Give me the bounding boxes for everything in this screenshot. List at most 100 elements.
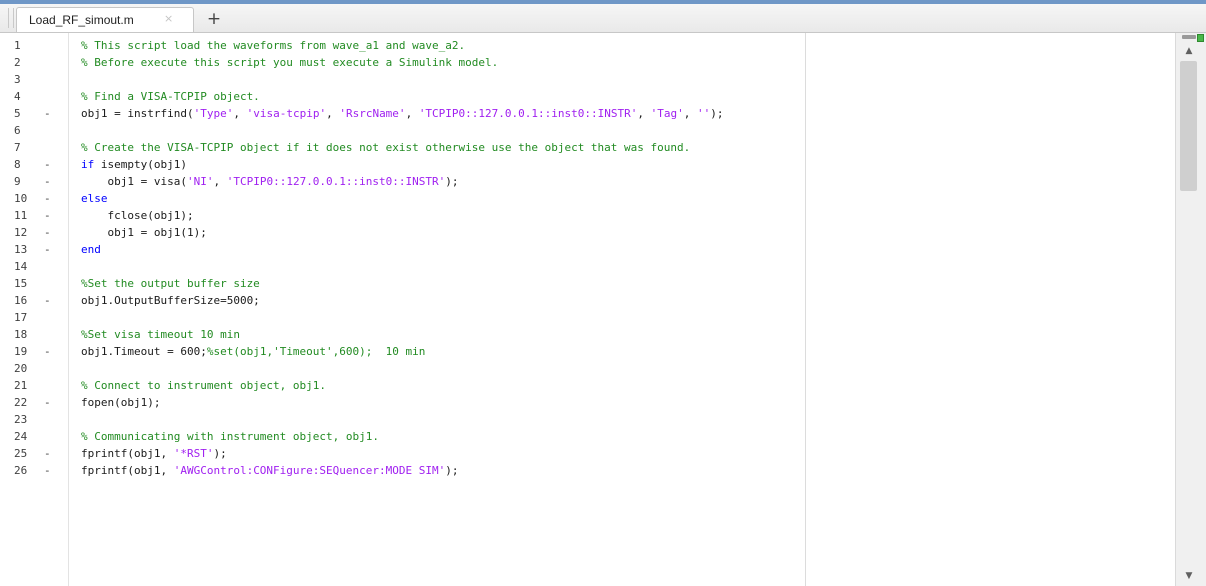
code-line[interactable]: 4 % Find a VISA-TCPIP object. — [0, 88, 1175, 105]
code-line[interactable]: 14 — [0, 258, 1175, 275]
breakpoint-marker[interactable]: - — [44, 445, 51, 462]
code-text: fprintf(obj1, '*RST'); — [81, 445, 227, 462]
code-editor[interactable]: 1 % This script load the waveforms from w… — [0, 33, 1175, 586]
tab-bar-grip[interactable] — [8, 8, 14, 28]
breakpoint-marker[interactable]: - — [44, 343, 51, 360]
code-token-keyword: end — [81, 243, 101, 256]
split-screen-handle[interactable] — [1182, 35, 1196, 39]
code-token-plain: obj1 = visa( — [81, 175, 187, 188]
code-token-plain: isempty(obj1) — [94, 158, 187, 171]
code-line[interactable]: 22 - fopen(obj1); — [0, 394, 1175, 411]
code-analyzer-status-icon[interactable] — [1197, 34, 1204, 42]
line-number: 23 — [14, 413, 28, 426]
vertical-scrollbar[interactable]: ▲ ▼ — [1175, 33, 1206, 586]
code-token-string: 'RsrcName' — [339, 107, 406, 120]
code-token-plain: , — [405, 107, 419, 120]
code-text: % Before execute this script you must ex… — [81, 54, 498, 71]
code-line[interactable]: 21 % Connect to instrument object, obj1. — [0, 377, 1175, 394]
code-line[interactable]: 26 - fprintf(obj1, 'AWGControl:CONFigure:S… — [0, 462, 1175, 479]
breakpoint-marker[interactable]: - — [44, 462, 51, 479]
code-token-plain: obj1 = instrfind( — [81, 107, 194, 120]
line-number: 16 — [14, 294, 28, 307]
add-tab-button[interactable]: + — [203, 10, 225, 28]
code-line[interactable]: 6 — [0, 122, 1175, 139]
code-text: fclose(obj1); — [81, 207, 193, 224]
line-number: 11 — [14, 209, 28, 222]
code-line[interactable]: 19 - obj1.Timeout = 600;%set(obj1,'Timeout… — [0, 343, 1175, 360]
code-line[interactable]: 11 - fclose(obj1); — [0, 207, 1175, 224]
code-token-string: 'TCPIP0::127.0.0.1::inst0::INSTR' — [226, 175, 446, 188]
code-token-plain: , — [233, 107, 247, 120]
code-token-string: '*RST' — [173, 447, 214, 460]
code-token-comment: % Find a VISA-TCPIP object. — [81, 90, 260, 103]
breakpoint-marker[interactable]: - — [44, 224, 51, 241]
code-token-plain: obj1.OutputBufferSize=5000; — [81, 294, 260, 307]
code-token-plain: , — [213, 175, 227, 188]
code-token-string: '' — [696, 107, 711, 120]
code-token-string: 'TCPIP0::127.0.0.1::inst0::INSTR' — [418, 107, 638, 120]
code-token-plain: obj1.Timeout = 600; — [81, 345, 207, 358]
code-line[interactable]: 15 %Set the output buffer size — [0, 275, 1175, 292]
line-number: 17 — [14, 311, 28, 324]
line-number: 3 — [14, 73, 21, 86]
code-text: obj1.OutputBufferSize=5000; — [81, 292, 260, 309]
scrollbar-thumb[interactable] — [1180, 61, 1197, 191]
code-line[interactable]: 9 - obj1 = visa('NI', 'TCPIP0::127.0.0.1:… — [0, 173, 1175, 190]
line-number: 25 — [14, 447, 28, 460]
code-line[interactable]: 8 - if isempty(obj1) — [0, 156, 1175, 173]
breakpoint-marker[interactable]: - — [44, 105, 51, 122]
code-line[interactable]: 10 - else — [0, 190, 1175, 207]
line-number: 13 — [14, 243, 28, 256]
tab-label: Load_RF_simout.m — [29, 13, 134, 27]
code-token-string: 'AWGControl:CONFigure:SEQuencer:MODE SIM… — [173, 464, 446, 477]
line-number: 2 — [14, 56, 21, 69]
code-line[interactable]: 5 - obj1 = instrfind('Type', 'visa-tcpip',… — [0, 105, 1175, 122]
code-line[interactable]: 13 - end — [0, 241, 1175, 258]
code-text: end — [81, 241, 101, 258]
breakpoint-marker[interactable]: - — [44, 292, 51, 309]
code-text: % This script load the waveforms from wa… — [81, 37, 465, 54]
code-token-plain: ); — [445, 175, 459, 188]
code-line[interactable]: 20 — [0, 360, 1175, 377]
code-line[interactable]: 24 % Communicating with instrument object… — [0, 428, 1175, 445]
breakpoint-marker[interactable]: - — [44, 190, 51, 207]
code-line[interactable]: 1 % This script load the waveforms from w… — [0, 37, 1175, 54]
code-line[interactable]: 12 - obj1 = obj1(1); — [0, 224, 1175, 241]
code-line[interactable]: 2 % Before execute this script you must e… — [0, 54, 1175, 71]
line-number: 18 — [14, 328, 28, 341]
code-token-plain: ); — [710, 107, 724, 120]
code-line[interactable]: 17 — [0, 309, 1175, 326]
code-line[interactable]: 16 - obj1.OutputBufferSize=5000; — [0, 292, 1175, 309]
line-number: 7 — [14, 141, 21, 154]
code-line[interactable]: 23 — [0, 411, 1175, 428]
close-icon[interactable]: × — [164, 12, 173, 25]
tab-load-rf-simout[interactable]: Load_RF_simout.m × — [16, 7, 194, 32]
code-line[interactable]: 25 - fprintf(obj1, '*RST'); — [0, 445, 1175, 462]
code-text: obj1 = visa('NI', 'TCPIP0::127.0.0.1::in… — [81, 173, 459, 190]
scroll-up-icon[interactable]: ▲ — [1181, 45, 1197, 57]
breakpoint-marker[interactable]: - — [44, 207, 51, 224]
code-text: obj1.Timeout = 600;%set(obj1,'Timeout',6… — [81, 343, 425, 360]
code-token-string: 'NI' — [186, 175, 214, 188]
breakpoint-marker[interactable]: - — [44, 394, 51, 411]
editor-tab-bar: Load_RF_simout.m × + — [0, 4, 1206, 33]
code-token-plain: , — [326, 107, 340, 120]
line-number: 12 — [14, 226, 28, 239]
code-line[interactable]: 7 % Create the VISA-TCPIP object if it do… — [0, 139, 1175, 156]
breakpoint-marker[interactable]: - — [44, 173, 51, 190]
scroll-down-icon[interactable]: ▼ — [1181, 570, 1197, 582]
code-text: % Communicating with instrument object, … — [81, 428, 379, 445]
line-number: 19 — [14, 345, 28, 358]
code-token-keyword: if — [81, 158, 95, 171]
line-number: 24 — [14, 430, 28, 443]
code-token-string: 'visa-tcpip' — [246, 107, 327, 120]
code-token-plain: , — [637, 107, 651, 120]
breakpoint-marker[interactable]: - — [44, 241, 51, 258]
code-line[interactable]: 18 %Set visa timeout 10 min — [0, 326, 1175, 343]
code-token-plain: ); — [445, 464, 459, 477]
code-text: % Find a VISA-TCPIP object. — [81, 88, 260, 105]
breakpoint-marker[interactable]: - — [44, 156, 51, 173]
code-token-plain: obj1 = obj1(1); — [81, 226, 207, 239]
code-token-plain: fprintf(obj1, — [81, 464, 174, 477]
code-line[interactable]: 3 — [0, 71, 1175, 88]
